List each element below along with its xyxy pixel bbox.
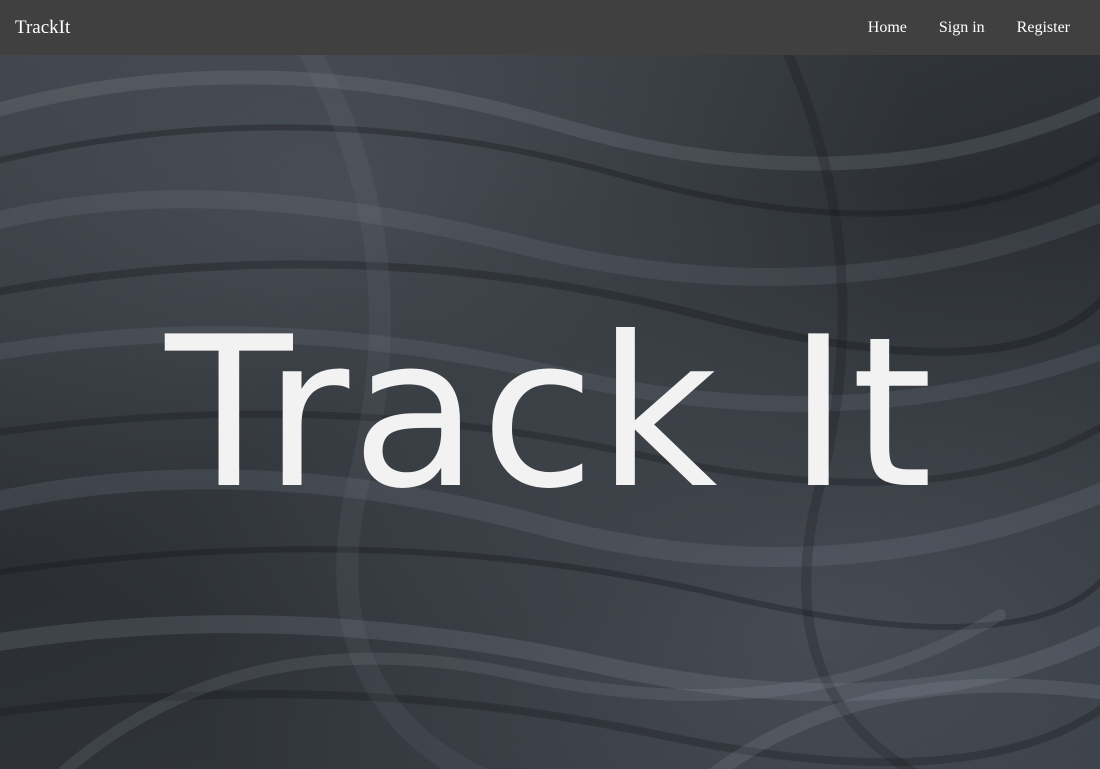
hero-title: Track It [165,293,935,535]
nav-links: Home Sign in Register [868,19,1070,37]
nav-link-sign-in[interactable]: Sign in [939,19,985,37]
top-navbar: TrackIt Home Sign in Register [0,0,1100,55]
brand-logo-link[interactable]: TrackIt [15,17,70,39]
hero-section: Track It [0,55,1100,769]
nav-link-register[interactable]: Register [1017,19,1070,37]
nav-link-home[interactable]: Home [868,19,907,37]
